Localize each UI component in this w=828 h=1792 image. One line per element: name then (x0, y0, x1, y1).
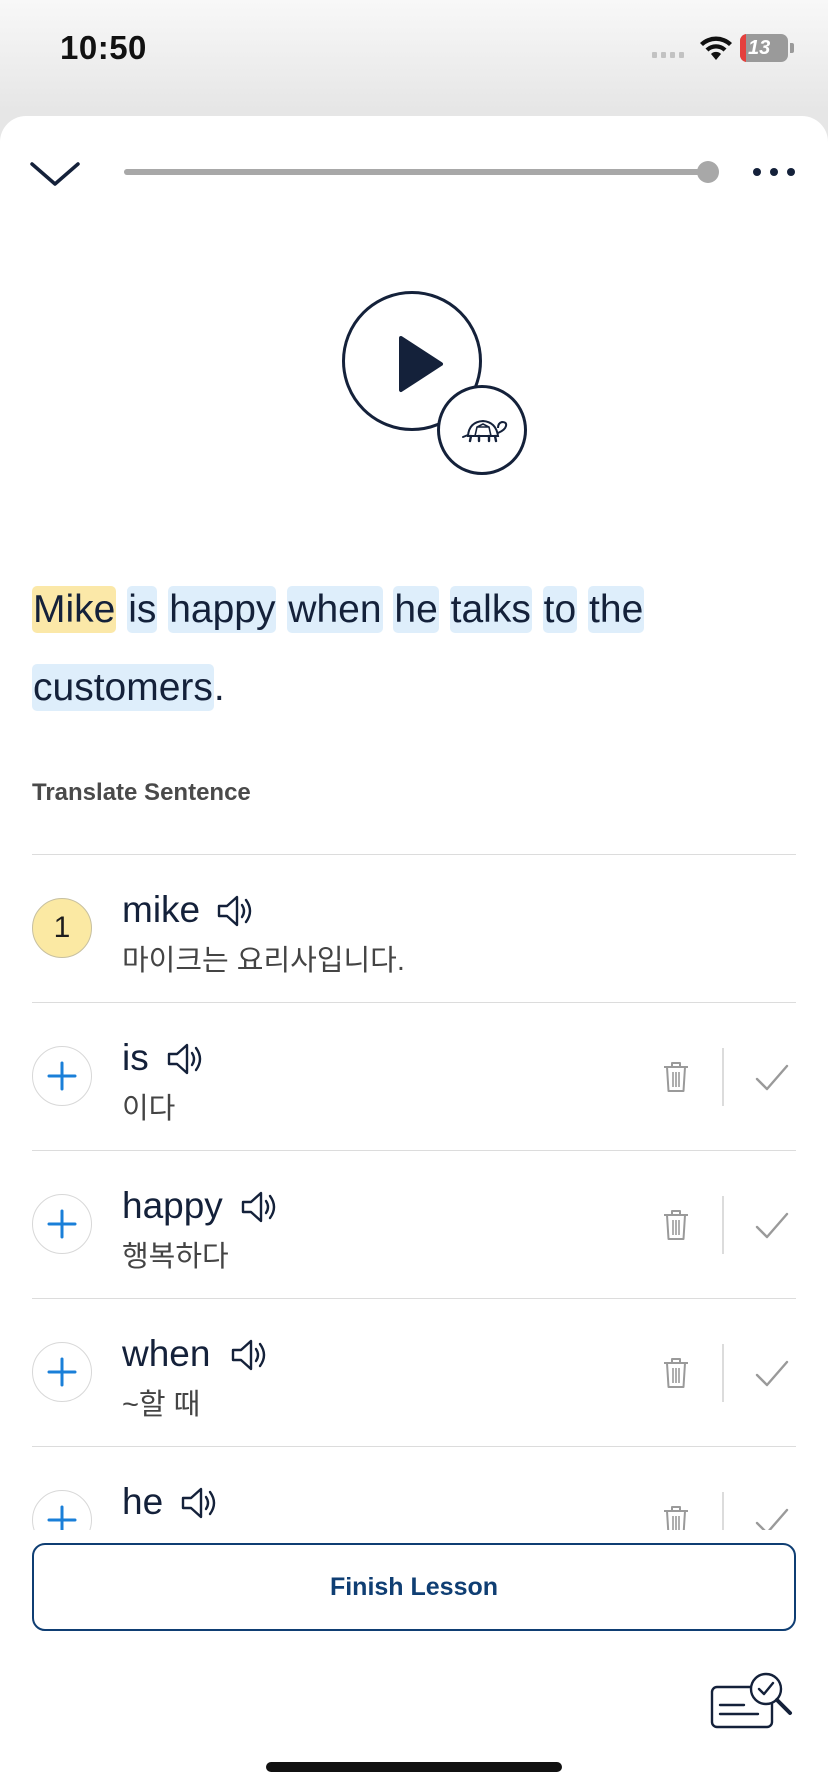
translate-sentence-link[interactable]: Translate Sentence (32, 779, 251, 807)
plus-icon (47, 1061, 77, 1091)
sentence-word[interactable]: is (127, 586, 158, 633)
audio-progress-fill (124, 169, 708, 175)
battery-icon: 13 (740, 34, 788, 62)
speaker-icon[interactable] (166, 1041, 208, 1077)
speaker-icon[interactable] (180, 1485, 222, 1521)
speaker-icon[interactable] (230, 1337, 272, 1373)
play-icon (399, 336, 443, 392)
vocab-term: when (122, 1333, 211, 1374)
review-search-icon[interactable] (710, 1671, 796, 1731)
speaker-icon[interactable] (216, 893, 258, 929)
row-divider (722, 1048, 724, 1106)
sentence-word[interactable]: Mike (32, 586, 117, 633)
more-options-icon[interactable] (752, 164, 796, 180)
battery-level: 13 (748, 37, 771, 59)
vocab-meaning: 행복하다 (122, 1241, 229, 1273)
vocab-term: happy (122, 1185, 223, 1226)
sentence-word[interactable]: talks (449, 586, 532, 633)
chevron-down-icon[interactable] (28, 156, 82, 192)
check-icon[interactable] (754, 1507, 790, 1530)
sentence-word[interactable]: when (287, 586, 383, 633)
vocab-row[interactable]: happy 행복하다 (32, 1151, 796, 1299)
sentence-word[interactable]: he (393, 586, 439, 633)
plus-icon (47, 1209, 77, 1239)
trash-icon[interactable] (662, 1357, 690, 1389)
sentence-word[interactable]: the (588, 586, 645, 633)
check-icon[interactable] (754, 1211, 790, 1241)
sentence-word[interactable]: happy (168, 586, 277, 633)
vocab-term: mike (122, 889, 201, 930)
turtle-icon (462, 419, 508, 443)
vocab-term: is (122, 1037, 149, 1078)
finish-lesson-button[interactable]: Finish Lesson (32, 1543, 796, 1631)
audio-progress-slider[interactable] (124, 161, 719, 183)
audio-progress-knob[interactable] (697, 161, 719, 183)
sentence-word[interactable]: customers (32, 664, 214, 711)
trash-icon[interactable] (662, 1505, 690, 1530)
row-divider (722, 1492, 724, 1530)
add-word-button[interactable] (32, 1342, 92, 1402)
sentence-word[interactable]: to (542, 586, 578, 633)
row-divider (722, 1344, 724, 1402)
vocab-row[interactable]: is 이다 (32, 1003, 796, 1151)
status-time: 10:50 (60, 29, 147, 66)
add-word-button[interactable] (32, 1194, 92, 1254)
vocabulary-list: 1 mike 마이크는 요리사입니다. is 이다 happy 행복하다 whe… (32, 854, 796, 1530)
check-icon[interactable] (754, 1063, 790, 1093)
vocab-meaning: ~할 때 (122, 1389, 201, 1421)
vocab-meaning: 이다 (122, 1093, 176, 1125)
vocab-meaning: 마이크는 요리사입니다. (122, 945, 405, 977)
plus-icon (47, 1505, 77, 1530)
vocab-term: he (122, 1481, 164, 1522)
sentence-punctuation: . (213, 666, 225, 709)
wifi-icon (700, 36, 732, 60)
vocab-row[interactable]: he (32, 1447, 796, 1530)
speaker-icon[interactable] (240, 1189, 282, 1225)
row-divider (722, 1196, 724, 1254)
slow-playback-button[interactable] (437, 385, 527, 475)
trash-icon[interactable] (662, 1209, 690, 1241)
status-bar: 10:50 13 (0, 0, 828, 110)
vocab-row[interactable]: when ~할 때 (32, 1299, 796, 1447)
trash-icon[interactable] (662, 1061, 690, 1093)
vocab-row[interactable]: 1 mike 마이크는 요리사입니다. (32, 855, 796, 1003)
check-icon[interactable] (754, 1359, 790, 1389)
add-word-button[interactable] (32, 1490, 92, 1530)
lesson-sheet: Mike is happy when he talks to the custo… (0, 116, 828, 1792)
lesson-top-bar (0, 116, 828, 226)
word-level-badge[interactable]: 1 (32, 898, 92, 958)
plus-icon (47, 1357, 77, 1387)
lesson-sentence: Mike is happy when he talks to the custo… (32, 571, 792, 727)
add-word-button[interactable] (32, 1046, 92, 1106)
home-indicator[interactable] (266, 1762, 562, 1772)
cellular-signal-icon (652, 52, 684, 58)
